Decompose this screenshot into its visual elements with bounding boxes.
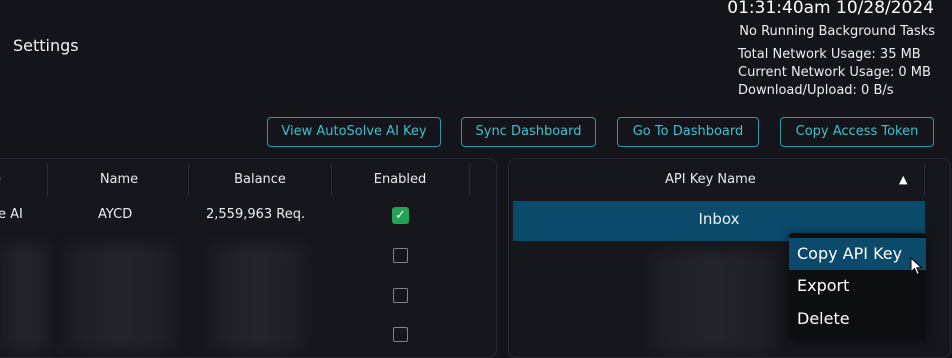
checkmark-icon: ✓ (395, 208, 406, 223)
context-menu-copy-api-key[interactable]: Copy API Key (789, 238, 926, 270)
column-divider[interactable] (331, 163, 332, 196)
go-to-dashboard-button[interactable]: Go To Dashboard (617, 117, 759, 147)
row-balance: 2,559,963 Req. (206, 207, 306, 222)
redacted-cell (65, 245, 175, 350)
column-divider[interactable] (924, 163, 925, 196)
enabled-checkbox[interactable] (393, 248, 408, 263)
enabled-checkbox[interactable] (393, 327, 408, 342)
column-header-enabled[interactable]: Enabled (374, 172, 427, 187)
column-divider[interactable] (469, 163, 470, 196)
column-divider[interactable] (188, 163, 189, 196)
column-header-type[interactable]: e (0, 172, 1, 187)
network-stats: Total Network Usage: 35 MB Current Netwo… (738, 46, 931, 100)
column-header-balance[interactable]: Balance (234, 172, 286, 187)
page-title: Settings (13, 36, 79, 55)
context-menu-delete[interactable]: Delete (789, 303, 926, 335)
enabled-checkbox[interactable] (393, 288, 408, 303)
download-upload-rate: Download/Upload: 0 B/s (738, 83, 894, 98)
context-menu-export[interactable]: Export (789, 270, 926, 302)
redacted-cell (210, 245, 305, 350)
copy-access-token-button[interactable]: Copy Access Token (780, 117, 934, 147)
column-header-api-key-name[interactable]: API Key Name (665, 172, 756, 187)
column-divider[interactable] (47, 163, 48, 196)
current-network-usage: Current Network Usage: 0 MB (738, 65, 931, 80)
view-autosolve-ai-key-button[interactable]: View AutoSolve AI Key (267, 117, 441, 147)
context-menu: Copy API Key Export Delete (789, 233, 926, 339)
datetime-clock: 01:31:40am 10/28/2024 (727, 0, 934, 18)
row-type: e AI (0, 207, 23, 222)
column-header-name[interactable]: Name (100, 172, 138, 187)
redacted-cell (0, 245, 50, 350)
enabled-checkbox-checked[interactable]: ✓ (392, 207, 409, 224)
mouse-pointer-icon (910, 256, 923, 281)
row-name: AYCD (98, 207, 133, 222)
redacted-cell (650, 252, 775, 352)
sync-dashboard-button[interactable]: Sync Dashboard (461, 117, 596, 147)
sort-ascending-icon[interactable]: ▲ (899, 173, 907, 186)
background-tasks-status: No Running Background Tasks (739, 24, 935, 39)
total-network-usage: Total Network Usage: 35 MB (738, 47, 921, 62)
